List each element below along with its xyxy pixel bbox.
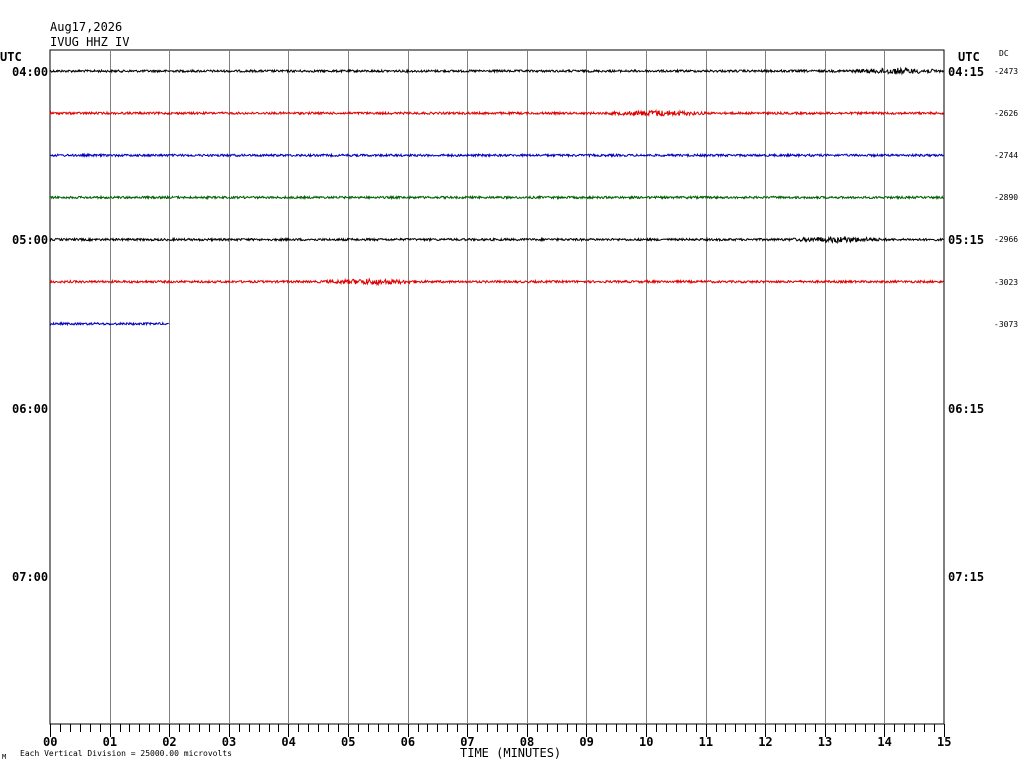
x-tick-label-04: 04 — [281, 735, 296, 749]
x-tick-label-11: 11 — [698, 735, 714, 749]
dc-value-4: -2966 — [994, 235, 1019, 244]
x-tick-label-12: 12 — [758, 735, 773, 749]
trace-0415 — [49, 108, 944, 118]
dc-title: DC — [999, 49, 1009, 58]
left-label-0500: 05:00 — [12, 233, 49, 247]
dc-value-1: -2626 — [994, 109, 1019, 118]
plot-date: Aug17,2026 — [50, 20, 123, 34]
corner-mark: M — [2, 753, 7, 761]
x-tick-label-01: 01 — [102, 735, 118, 749]
left-label-0700: 07:00 — [12, 570, 49, 584]
dc-value-2: -2744 — [994, 151, 1019, 160]
x-tick-label-08: 08 — [519, 735, 535, 749]
x-tick-label-07: 07 — [460, 735, 475, 749]
trace-0430 — [49, 152, 944, 159]
x-tick-label-13: 13 — [817, 735, 833, 749]
left-label-0600: 06:00 — [12, 402, 49, 416]
dc-value-3: -2890 — [994, 193, 1019, 202]
right-label-0715: 07:15 — [948, 570, 985, 584]
x-tick-label-09: 09 — [579, 735, 594, 749]
x-tick-label-00: 00 — [43, 735, 58, 749]
right-axis-title: UTC — [958, 50, 980, 64]
right-label-0515: 05:15 — [948, 233, 985, 247]
left-axis-title: UTC — [0, 50, 22, 64]
trace-0400 — [49, 66, 944, 76]
station-title: IVUG HHZ IV — [50, 35, 130, 49]
right-label-0615: 06:15 — [948, 402, 985, 416]
x-tick-label-10: 10 — [639, 735, 654, 749]
dc-value-6: -3073 — [994, 320, 1019, 329]
x-tick-label-05: 05 — [341, 735, 356, 749]
trace-0500 — [49, 235, 944, 245]
x-tick-label-06: 06 — [400, 735, 416, 749]
x-axis-title: TIME (MINUTES) — [460, 746, 562, 760]
right-label-0415: 04:15 — [948, 65, 985, 79]
x-tick-label-02: 02 — [162, 735, 177, 749]
plot-frame — [49, 49, 945, 725]
dc-value-0: -2473 — [994, 67, 1019, 76]
x-tick-label-14: 14 — [877, 735, 892, 749]
trace-0445 — [49, 194, 944, 201]
x-tick-label-15: 15 — [937, 735, 952, 749]
vertical-division-note: Each Vertical Division = 25000.00 microv… — [20, 749, 232, 758]
dc-value-5: -3023 — [994, 278, 1019, 287]
left-label-0400: 04:00 — [12, 65, 49, 79]
x-tick-label-03: 03 — [221, 735, 237, 749]
trace-0515 — [49, 277, 944, 287]
trace-0530 — [49, 321, 169, 327]
helicorder-plot — [49, 49, 945, 737]
